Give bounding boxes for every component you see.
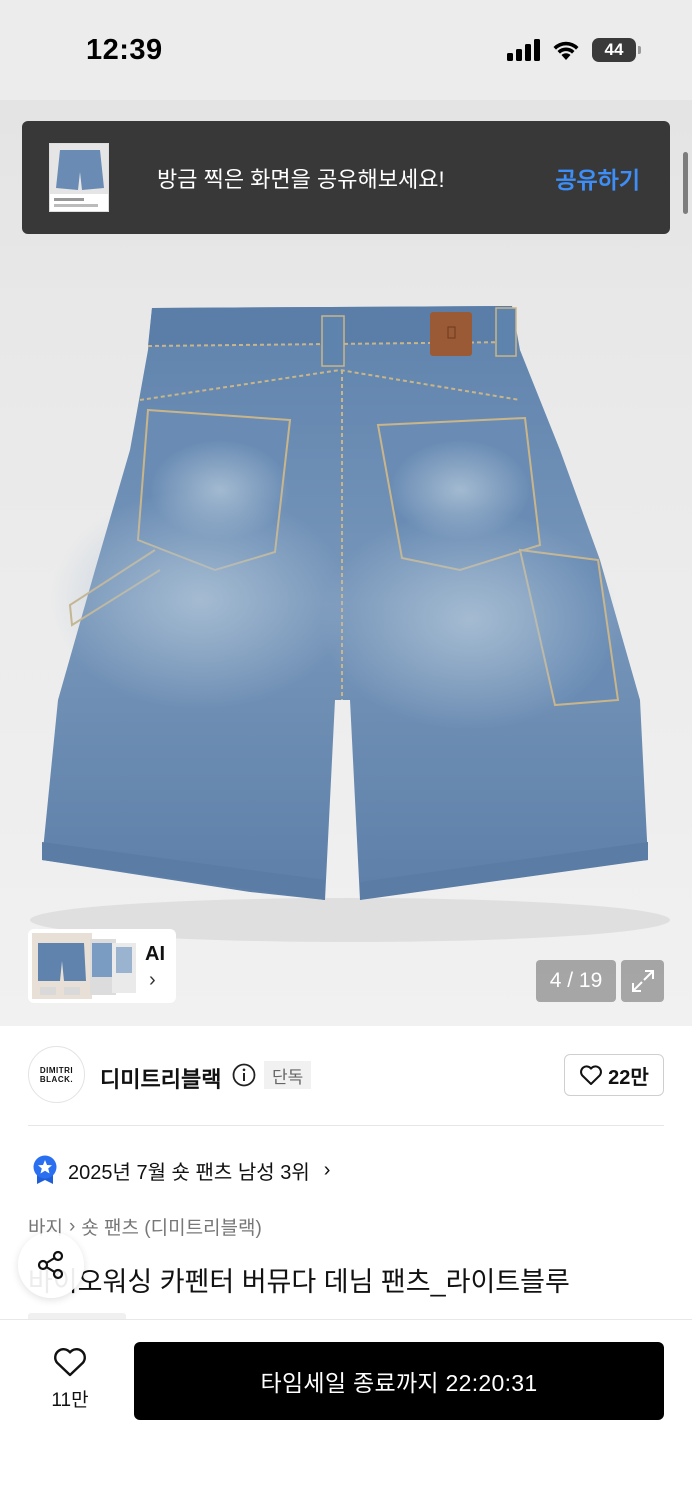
product-title: 바이오워싱 카펜터 버뮤다 데님 팬츠_라이트블루 [28, 1267, 570, 1297]
brand-like-button[interactable]: 22만 [564, 1054, 664, 1096]
heart-icon [54, 1348, 86, 1377]
divider [28, 1125, 664, 1126]
status-bar: 12:39 44 [0, 0, 692, 100]
expand-icon [631, 970, 654, 992]
brand-logo[interactable]: DIMITRI BLACK. [28, 1046, 85, 1103]
battery-level: 44 [604, 40, 624, 59]
status-time: 12:39 [86, 34, 163, 66]
expand-button[interactable] [621, 960, 664, 1002]
denim-shorts-image [30, 306, 670, 942]
battery-icon: 44 [592, 38, 641, 62]
share-toast: 방금 찍은 화면을 공유해보세요! 공유하기 [22, 121, 670, 234]
scrollbar[interactable] [683, 152, 688, 214]
signal-icon [507, 39, 540, 61]
chevron-right-icon: › [149, 969, 156, 991]
breadcrumb-separator: › [68, 1215, 76, 1237]
brand-like-count: 22만 [608, 1066, 649, 1089]
ranking-text: 2025년 7월 숏 팬츠 남성 3위 [68, 1161, 310, 1184]
share-icon [37, 1250, 64, 1280]
star-badge-icon [33, 1155, 57, 1184]
ai-styling-button[interactable]: AI › [28, 929, 176, 1003]
heart-icon [580, 1065, 603, 1085]
product-image[interactable] [0, 100, 692, 1026]
product-detail-page: 12:39 44 방금 찍은 화면을 공유해보세요! 공유하기 AI › 4 /… [0, 0, 692, 1500]
wifi-icon [553, 41, 579, 60]
wishlist-button[interactable]: 11만 [40, 1346, 100, 1412]
brand-logo-line1: DIMITRI [39, 1065, 74, 1075]
ai-thumbnails [32, 933, 136, 999]
share-button[interactable] [18, 1232, 84, 1298]
toast-share-button[interactable]: 공유하기 [555, 161, 640, 195]
toast-message: 방금 찍은 화면을 공유해보세요! [157, 167, 445, 192]
chevron-right-icon: › [323, 1158, 331, 1181]
wishlist-count: 11만 [51, 1390, 89, 1411]
screenshot-thumbnail[interactable] [49, 143, 109, 212]
breadcrumb-level2[interactable]: 숏 팬츠 (디미트리블랙) [81, 1213, 262, 1240]
brand-name[interactable]: 디미트리블랙 [100, 1062, 221, 1094]
exclusive-badge: 단독 [264, 1061, 312, 1089]
status-icons: 44 [507, 38, 641, 62]
brand-logo-line2: BLACK. [39, 1074, 74, 1084]
ai-label: AI [145, 943, 165, 965]
bottom-action-bar: 11만 타임세일 종료까지 22:20:31 [0, 1319, 692, 1500]
image-counter: 4 / 19 [536, 960, 616, 1002]
info-icon[interactable] [232, 1063, 256, 1087]
ranking-link[interactable]: 2025년 7월 숏 팬츠 남성 3위 › [32, 1155, 330, 1185]
buy-button[interactable]: 타임세일 종료까지 22:20:31 [134, 1342, 664, 1420]
brand-row: DIMITRI BLACK. 디미트리블랙 단독 22만 [0, 1026, 692, 1126]
